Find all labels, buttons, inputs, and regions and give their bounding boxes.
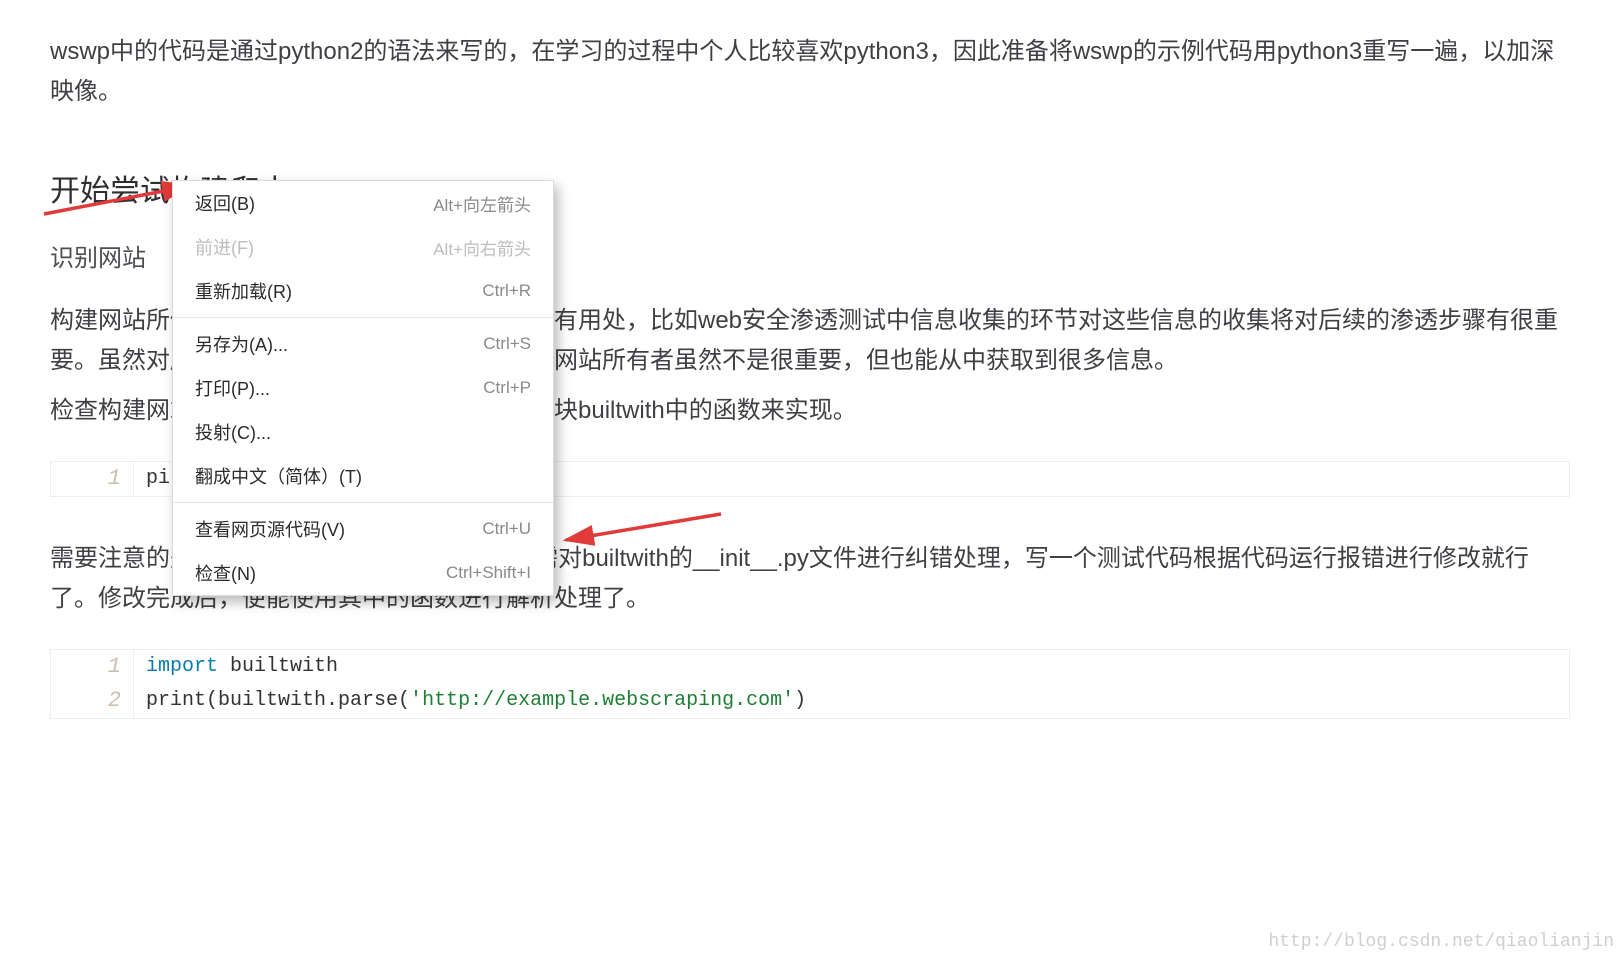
menu-separator (173, 317, 553, 318)
line-number: 1 (51, 462, 134, 496)
context-menu[interactable]: 返回(B) Alt+向左箭头前进(F) Alt+向右箭头重新加载(R) Ctrl+R 另… (172, 180, 554, 596)
menu-item[interactable]: 另存为(A)... Ctrl+S (173, 322, 553, 366)
menu-item: 前进(F) Alt+向右箭头 (173, 225, 553, 269)
menu-item[interactable]: 打印(P)... Ctrl+P (173, 366, 553, 410)
menu-item-shortcut: Ctrl+Shift+I (446, 563, 531, 583)
menu-item-label: 重新加载(R) (195, 278, 292, 304)
menu-item[interactable]: 投射(C)... (173, 410, 553, 454)
menu-item-label: 前进(F) (195, 234, 254, 260)
menu-item-label: 投射(C)... (195, 419, 271, 445)
menu-separator (173, 502, 553, 503)
code-text: import builtwith (134, 650, 338, 684)
menu-item-shortcut: Ctrl+U (482, 519, 531, 539)
menu-item[interactable]: 重新加载(R) Ctrl+R (173, 269, 553, 313)
menu-item-label: 查看网页源代码(V) (195, 516, 345, 542)
code-text: print(builtwith.parse('http://example.we… (134, 684, 806, 718)
menu-item-label: 打印(P)... (195, 375, 270, 401)
menu-item-shortcut: Ctrl+P (483, 378, 531, 398)
menu-item[interactable]: 翻成中文（简体）(T) (173, 454, 553, 498)
menu-item-shortcut: Ctrl+R (482, 281, 531, 301)
menu-item-label: 另存为(A)... (195, 331, 288, 357)
code-block-2: 1 import builtwith 2 print(builtwith.par… (50, 649, 1570, 719)
menu-item-label: 检查(N) (195, 560, 256, 586)
menu-item-shortcut: Alt+向左箭头 (433, 191, 531, 216)
menu-item-label: 返回(B) (195, 190, 255, 216)
menu-item[interactable]: 检查(N) Ctrl+Shift+I (173, 551, 553, 595)
line-number: 2 (51, 684, 134, 718)
line-number: 1 (51, 650, 134, 684)
paragraph-intro: wswp中的代码是通过python2的语法来写的，在学习的过程中个人比较喜欢py… (50, 32, 1570, 112)
code-text: pi (134, 462, 170, 496)
menu-item-shortcut: Ctrl+S (483, 334, 531, 354)
menu-item-shortcut: Alt+向右箭头 (433, 235, 531, 260)
menu-item-label: 翻成中文（简体）(T) (195, 463, 362, 489)
menu-item[interactable]: 查看网页源代码(V) Ctrl+U (173, 507, 553, 551)
menu-item[interactable]: 返回(B) Alt+向左箭头 (173, 181, 553, 225)
watermark-text: http://blog.csdn.net/qiaolianjin (1268, 932, 1614, 952)
